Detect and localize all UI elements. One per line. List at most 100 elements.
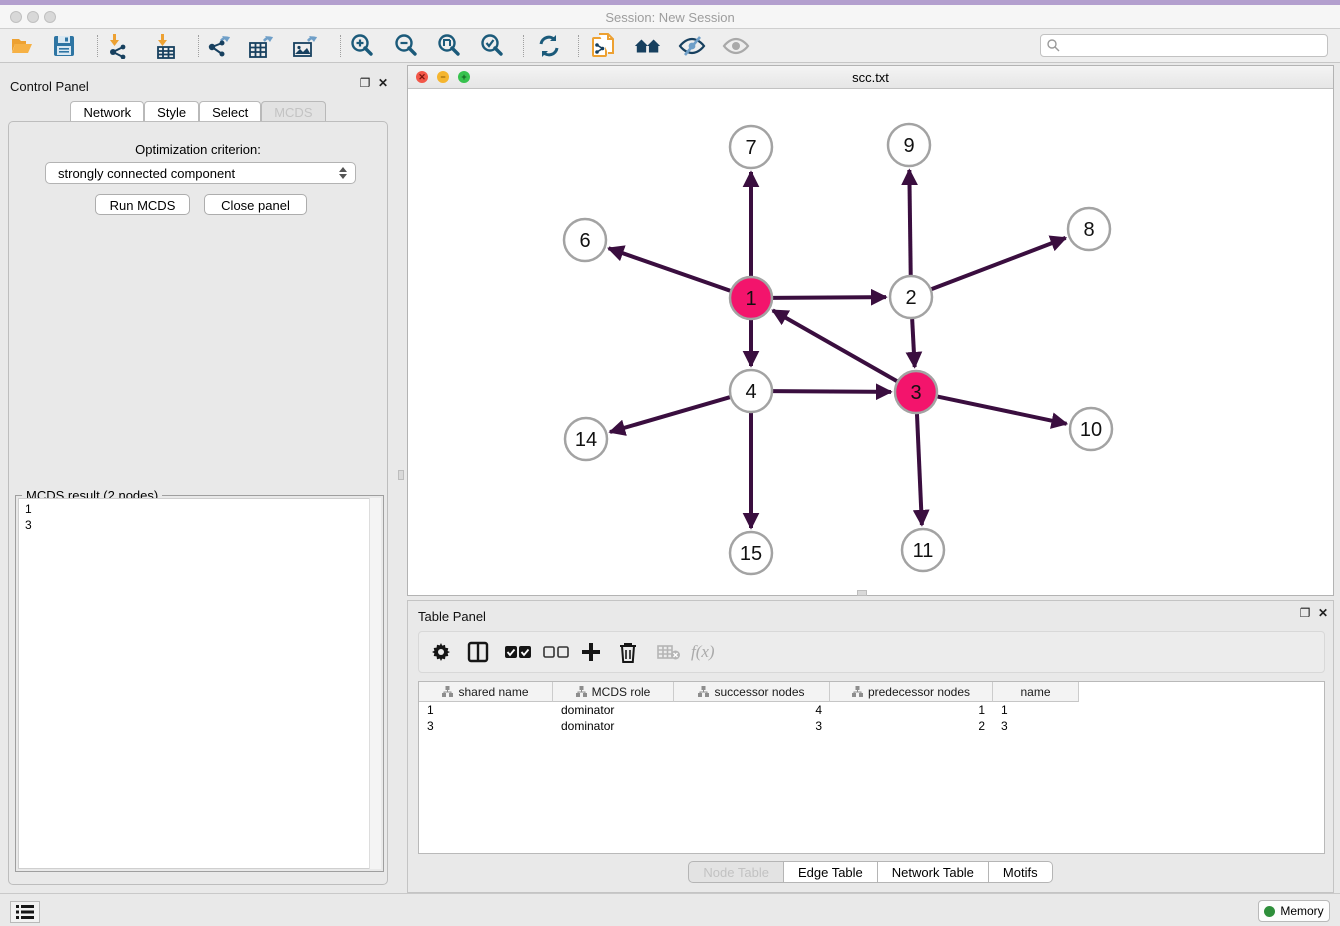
export-network-icon[interactable] [205,33,233,59]
clone-network-icon[interactable] [590,33,618,59]
tab-style[interactable]: Style [144,101,199,122]
node-6[interactable]: 6 [564,219,606,261]
function-builder-icon[interactable]: f(x) [691,639,715,665]
tab-mcds[interactable]: MCDS [261,101,325,122]
column-header-MCDS-role[interactable]: MCDS role [553,682,674,702]
delete-column-icon[interactable] [619,639,637,665]
svg-text:4: 4 [745,381,756,403]
control-panel-tabs: NetworkStyleSelectMCDS [0,101,396,122]
node-15[interactable]: 15 [730,532,772,574]
svg-text:8: 8 [1083,219,1094,241]
float-panel-icon[interactable]: ❐ [358,76,372,90]
window-title: Session: New Session [0,10,1340,25]
zoom-in-icon[interactable] [348,33,376,59]
search-input[interactable] [1061,39,1311,53]
show-panels-button[interactable] [10,901,40,923]
node-14[interactable]: 14 [565,418,607,460]
node-7[interactable]: 7 [730,126,772,168]
delete-table-icon[interactable] [657,639,681,665]
table-body: 1dominator4113dominator323 [419,702,1324,734]
table-settings-icon[interactable] [431,639,451,665]
node-8[interactable]: 8 [1068,208,1110,250]
import-table-icon[interactable] [152,33,180,59]
memory-status-icon [1264,906,1275,917]
toolbar-separator [523,35,524,57]
node-9[interactable]: 9 [888,124,930,166]
tab-select[interactable]: Select [199,101,261,122]
show-all-icon[interactable] [722,33,750,59]
select-all-icon[interactable] [505,639,531,665]
open-file-icon[interactable] [8,33,36,59]
toolbar-separator [198,35,199,57]
import-network-icon[interactable] [104,33,132,59]
edge-3-11[interactable] [917,414,922,525]
edge-4-14[interactable] [610,397,730,432]
table-row[interactable]: 1dominator411 [419,702,1324,718]
edge-3-1[interactable] [773,310,897,381]
hide-selected-icon[interactable] [678,33,706,59]
tab-motifs[interactable]: Motifs [989,861,1053,883]
tab-network[interactable]: Network [70,101,144,122]
edge-1-2[interactable] [773,297,886,298]
node-10[interactable]: 10 [1070,408,1112,450]
network-canvas[interactable]: 7 9 6 8 1 2 4 3 14 10 15 11 [408,89,1333,595]
cell-successor-nodes: 3 [674,718,830,734]
search-box[interactable] [1040,34,1328,57]
table-row[interactable]: 3dominator323 [419,718,1324,734]
window-titlebar: Session: New Session [0,5,1340,29]
close-panel-button[interactable]: Close panel [204,194,307,215]
list-icon [16,905,34,919]
deselect-all-icon[interactable] [543,639,569,665]
edge-2-9[interactable] [909,170,910,275]
node-2[interactable]: 2 [890,276,932,318]
node-11[interactable]: 11 [902,529,944,571]
control-panel: Control Panel ❐ ✕ NetworkStyleSelectMCDS… [0,65,396,893]
canvas-splitter-handle[interactable] [857,590,867,596]
cell-MCDS-role: dominator [553,702,674,718]
node-table[interactable]: shared nameMCDS rolesuccessor nodesprede… [418,681,1325,854]
run-mcds-button[interactable]: Run MCDS [95,194,190,215]
cell-shared-name: 1 [419,702,553,718]
close-panel-icon[interactable]: ✕ [376,76,390,90]
table-float-panel-icon[interactable]: ❐ [1298,606,1312,620]
column-header-predecessor-nodes[interactable]: predecessor nodes [830,682,993,702]
first-neighbors-icon[interactable] [634,33,662,59]
edge-1-6[interactable] [609,248,731,290]
zoom-fit-icon[interactable] [435,33,463,59]
memory-button[interactable]: Memory [1258,900,1330,922]
export-image-icon[interactable] [292,33,320,59]
splitter-handle[interactable] [398,470,404,480]
tab-network-table[interactable]: Network Table [878,861,989,883]
edge-2-3[interactable] [912,319,915,367]
network-graph[interactable]: 7 9 6 8 1 2 4 3 14 10 15 11 [408,89,1333,595]
column-type-icon [576,686,587,697]
edge-4-3[interactable] [773,391,891,392]
node-3[interactable]: 3 [895,371,937,413]
export-table-icon[interactable] [248,33,276,59]
edge-2-8[interactable] [932,238,1066,289]
svg-text:14: 14 [575,429,597,451]
edge-3-10[interactable] [938,397,1067,424]
table-close-panel-icon[interactable]: ✕ [1316,606,1330,620]
mcds-result-list[interactable]: 13 [18,498,371,869]
node-4[interactable]: 4 [730,370,772,412]
node-1[interactable]: 1 [730,277,772,319]
mcds-panel: Optimization criterion: strongly connect… [8,121,388,885]
zoom-out-icon[interactable] [392,33,420,59]
show-columns-icon[interactable] [467,639,489,665]
column-header-shared-name[interactable]: shared name [419,682,553,702]
cell-name: 3 [993,718,1079,734]
optimization-criterion-value: strongly connected component [58,166,235,181]
apply-layout-icon[interactable] [535,33,563,59]
optimization-criterion-select[interactable]: strongly connected component [45,162,356,184]
column-header-successor-nodes[interactable]: successor nodes [674,682,830,702]
tab-edge-table[interactable]: Edge Table [784,861,878,883]
save-session-icon[interactable] [50,33,78,59]
column-header-name[interactable]: name [993,682,1079,702]
column-type-icon [698,686,709,697]
add-column-icon[interactable] [581,639,601,665]
tab-node-table[interactable]: Node Table [688,861,784,883]
result-scrollbar[interactable] [369,498,381,869]
zoom-selected-icon[interactable] [478,33,506,59]
table-header-row: shared nameMCDS rolesuccessor nodesprede… [419,682,1324,702]
